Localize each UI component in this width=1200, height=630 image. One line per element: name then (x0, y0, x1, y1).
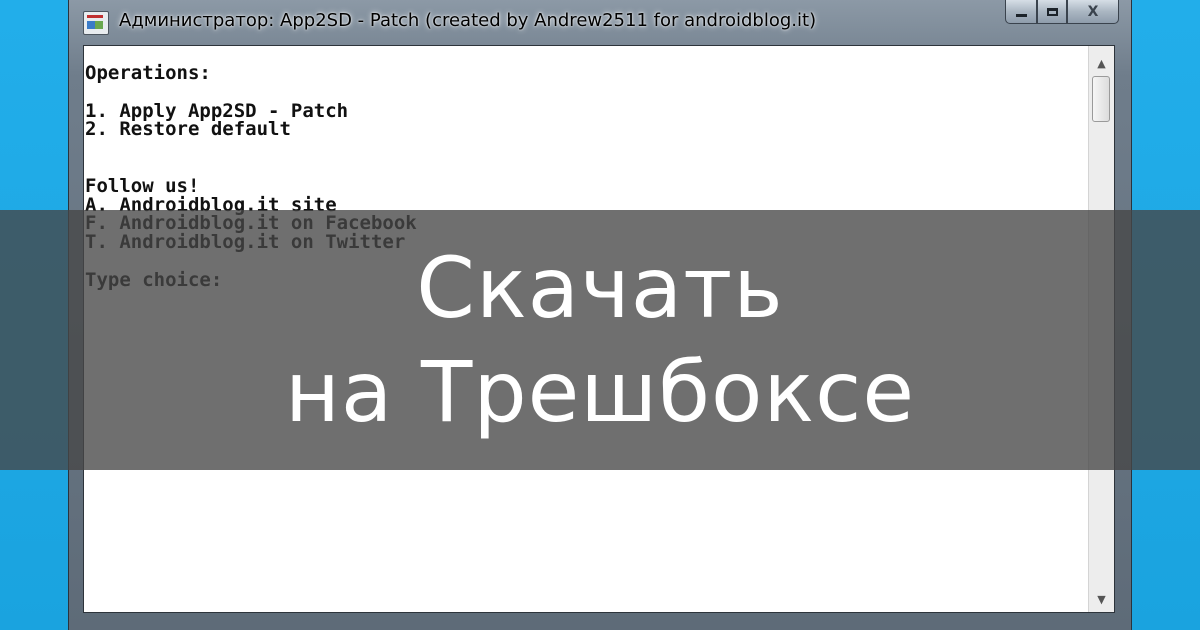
caption-buttons: X (1005, 0, 1119, 24)
scroll-thumb[interactable] (1092, 76, 1110, 122)
window-title: Администратор: App2SD - Patch (created b… (119, 10, 817, 31)
console-line: 2. Restore default (85, 118, 291, 141)
minimize-icon (1015, 14, 1027, 17)
banner-line-2: на Трешбоксе (284, 343, 916, 441)
banner-line-1: Скачать (416, 239, 784, 337)
console-app-icon[interactable] (83, 11, 109, 35)
console-line: Operations: (85, 62, 211, 84)
scroll-up-icon[interactable]: ▲ (1089, 52, 1114, 74)
close-icon: X (1087, 3, 1099, 20)
scroll-down-icon[interactable]: ▼ (1089, 588, 1114, 610)
close-button[interactable]: X (1067, 0, 1119, 24)
maximize-button[interactable] (1037, 0, 1067, 24)
window-titlebar[interactable]: Администратор: App2SD - Patch (created b… (69, 0, 1131, 44)
download-banner[interactable]: Скачать на Трешбоксе (0, 210, 1200, 470)
maximize-icon (1046, 7, 1058, 16)
minimize-button[interactable] (1005, 0, 1037, 24)
